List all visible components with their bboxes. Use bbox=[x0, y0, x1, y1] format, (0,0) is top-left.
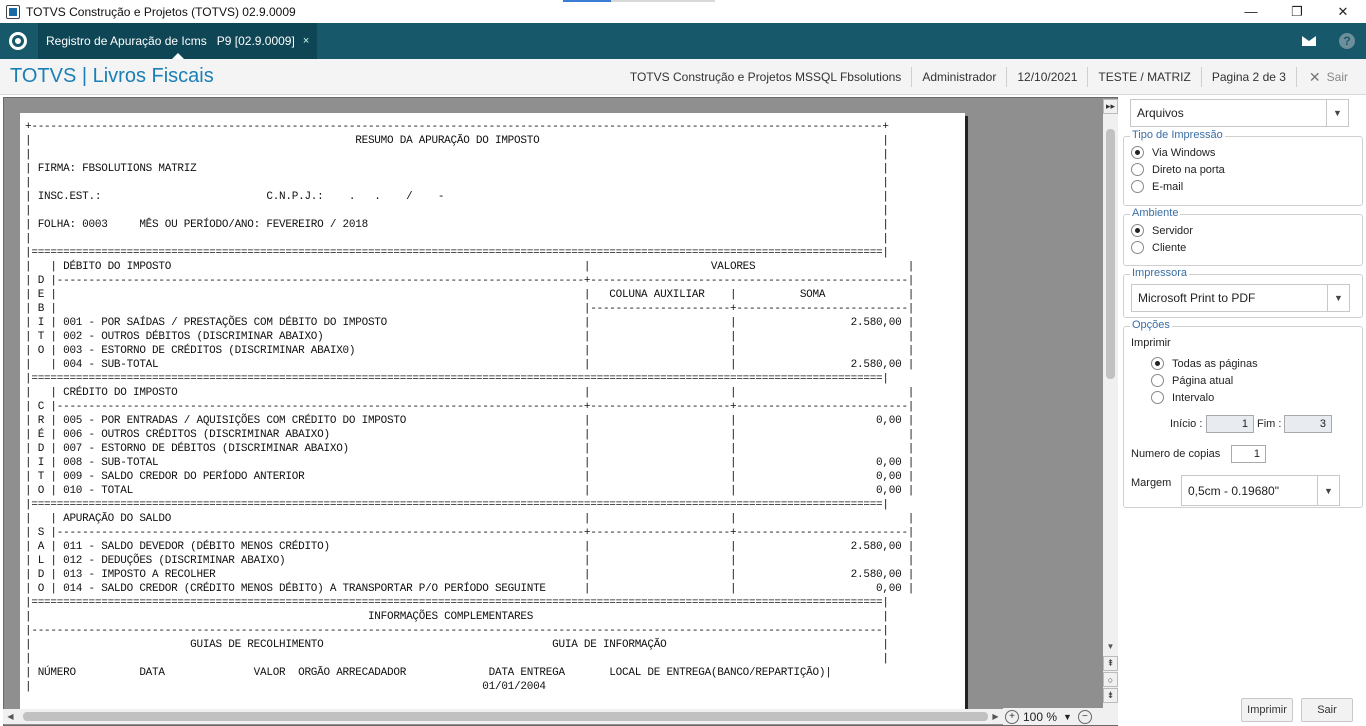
printer-value: Microsoft Print to PDF bbox=[1138, 291, 1256, 305]
print-label: Imprimir bbox=[1131, 337, 1171, 349]
radio-email[interactable]: E-mail bbox=[1131, 180, 1183, 193]
radio-direto-porta[interactable]: Direto na porta bbox=[1131, 163, 1225, 176]
printer-group: Impressora Microsoft Print to PDF ▼ bbox=[1123, 267, 1363, 318]
options-legend: Opções bbox=[1130, 319, 1172, 331]
report-preview[interactable]: +---------------------------------------… bbox=[3, 97, 1118, 726]
window-title: TOTVS Construção e Projetos (TOTVS) 02.9… bbox=[26, 4, 296, 19]
start-page-input[interactable]: 1 bbox=[1206, 415, 1254, 433]
app-bar: Registro de Apuração de Icms P9 [02.9.00… bbox=[0, 23, 1366, 59]
output-type-select[interactable]: Arquivos ▼ bbox=[1130, 99, 1349, 127]
module-header: TOTVS | Livros Fiscais TOTVS Construção … bbox=[0, 59, 1366, 95]
minimize-button[interactable]: — bbox=[1228, 0, 1274, 23]
totvs-home-icon[interactable] bbox=[0, 23, 36, 59]
window-controls: — ❐ ✕ bbox=[1228, 0, 1366, 23]
help-icon[interactable]: ? bbox=[1328, 23, 1366, 59]
vertical-scrollbar[interactable]: ▲ ▼ bbox=[1103, 99, 1118, 709]
maximize-button[interactable]: ❐ bbox=[1274, 0, 1320, 23]
company-label: TOTVS Construção e Projetos MSSQL Fbsolu… bbox=[629, 70, 902, 84]
date-label: 12/10/2021 bbox=[1006, 67, 1087, 87]
end-page-input[interactable]: 3 bbox=[1284, 415, 1332, 433]
output-type-value: Arquivos bbox=[1137, 106, 1184, 120]
header-exit-label: Sair bbox=[1326, 70, 1348, 84]
print-type-legend: Tipo de Impressão bbox=[1130, 129, 1225, 141]
copies-label: Numero de copias bbox=[1131, 448, 1221, 460]
radio-cliente[interactable]: Cliente bbox=[1131, 241, 1186, 254]
print-button[interactable]: Imprimir bbox=[1241, 698, 1293, 722]
titlebar-accent bbox=[563, 0, 611, 2]
printer-select[interactable]: Microsoft Print to PDF ▼ bbox=[1131, 284, 1350, 312]
zoom-out-icon[interactable]: − bbox=[1077, 709, 1092, 724]
end-label: Fim : bbox=[1257, 418, 1282, 430]
scroll-down-icon[interactable]: ▼ bbox=[1103, 639, 1118, 653]
zoom-value[interactable]: 100 % bbox=[1021, 710, 1059, 724]
print-options-panel: Arquivos ▼ Tipo de Impressão Via Windows… bbox=[1120, 97, 1366, 726]
print-type-group: Tipo de Impressão Via Windows Direto na … bbox=[1123, 129, 1363, 206]
exit-button[interactable]: Sair bbox=[1301, 698, 1353, 722]
scroll-right-icon[interactable]: ▶ bbox=[988, 709, 1003, 724]
window-titlebar: TOTVS Construção e Projetos (TOTVS) 02.9… bbox=[0, 0, 1366, 23]
page-up-icon[interactable]: ⇞ bbox=[1103, 656, 1118, 671]
zoom-bar: + 100 % ▼ − bbox=[1003, 708, 1118, 725]
tab-label: Registro de Apuração de Icms P9 [02.9.00… bbox=[46, 34, 295, 48]
printer-legend: Impressora bbox=[1130, 267, 1190, 279]
margin-value: 0,5cm - 0.19680" bbox=[1188, 483, 1279, 498]
close-button[interactable]: ✕ bbox=[1320, 0, 1366, 23]
chevron-down-icon: ▼ bbox=[1317, 476, 1339, 505]
user-label: Administrador bbox=[911, 67, 1006, 87]
horizontal-scroll-thumb[interactable] bbox=[23, 712, 988, 721]
branch-label: TESTE / MATRIZ bbox=[1087, 67, 1200, 87]
session-info: TOTVS Construção e Projetos MSSQL Fbsolu… bbox=[620, 59, 1366, 95]
environment-group: Ambiente Servidor Cliente bbox=[1123, 207, 1363, 266]
mail-icon[interactable] bbox=[1290, 23, 1328, 59]
margin-select[interactable]: 0,5cm - 0.19680" ▼ bbox=[1181, 475, 1340, 506]
scroll-left-icon[interactable]: ◀ bbox=[3, 709, 18, 724]
zoom-in-icon[interactable]: + bbox=[1005, 709, 1019, 724]
horizontal-scrollbar[interactable]: ◀ ▶ bbox=[3, 709, 1003, 724]
radio-todas-paginas[interactable]: Todas as páginas bbox=[1151, 357, 1258, 370]
app-icon bbox=[6, 4, 20, 19]
tab-close-icon[interactable]: × bbox=[303, 35, 309, 47]
copies-input[interactable]: 1 bbox=[1231, 445, 1266, 463]
margin-label: Margem bbox=[1131, 477, 1172, 489]
page-indicator: Pagina 2 de 3 bbox=[1200, 67, 1296, 87]
radio-pagina-atual[interactable]: Página atual bbox=[1151, 374, 1233, 387]
close-icon: ✕ bbox=[1308, 68, 1321, 85]
options-group: Opções Imprimir Todas as páginas Página … bbox=[1123, 319, 1363, 508]
module-title: TOTVS | Livros Fiscais bbox=[10, 65, 214, 87]
report-page: +---------------------------------------… bbox=[20, 113, 965, 713]
header-exit-button[interactable]: ✕ Sair bbox=[1295, 67, 1366, 87]
tab-registro-apuracao[interactable]: Registro de Apuração de Icms P9 [02.9.00… bbox=[38, 23, 318, 59]
expand-panel-icon[interactable]: ▸▸ bbox=[1103, 99, 1118, 114]
report-text: +---------------------------------------… bbox=[25, 121, 915, 693]
page-down-icon[interactable]: ⇟ bbox=[1103, 688, 1118, 703]
start-label: Início : bbox=[1170, 418, 1203, 430]
radio-servidor[interactable]: Servidor bbox=[1131, 224, 1193, 237]
chevron-down-icon: ▼ bbox=[1327, 285, 1349, 311]
appbar-actions: ? bbox=[1290, 23, 1366, 59]
environment-legend: Ambiente bbox=[1130, 207, 1181, 219]
radio-via-windows[interactable]: Via Windows bbox=[1131, 146, 1215, 159]
page-fit-icon[interactable]: ○ bbox=[1103, 672, 1118, 687]
zoom-dropdown-icon[interactable]: ▼ bbox=[1063, 712, 1072, 722]
radio-intervalo[interactable]: Intervalo bbox=[1151, 391, 1214, 404]
vertical-scroll-thumb[interactable] bbox=[1106, 129, 1115, 379]
chevron-down-icon: ▼ bbox=[1326, 100, 1348, 126]
titlebar-accent-secondary bbox=[611, 0, 715, 2]
